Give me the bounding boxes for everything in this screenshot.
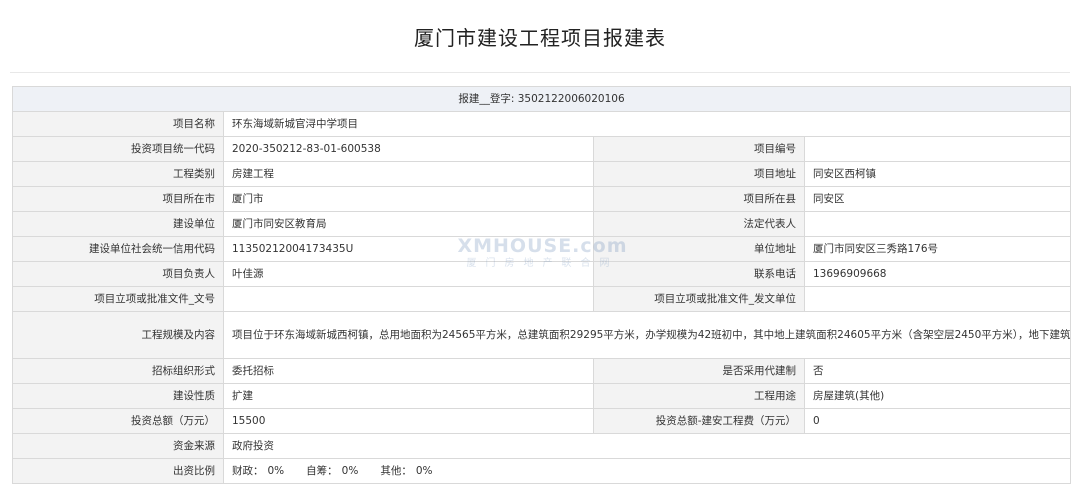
table-header-row: 报建__登字: 3502122006020106 xyxy=(11,86,1072,112)
field-label: 单位地址 xyxy=(593,236,805,262)
finance-value: 0% xyxy=(267,465,285,477)
field-value xyxy=(223,286,594,312)
field-value xyxy=(803,136,1072,162)
other-funding-value: 0% xyxy=(415,465,433,477)
self-funded-value: 0% xyxy=(341,465,359,477)
field-label: 联系电话 xyxy=(593,261,805,287)
table-row: 项目负责人 叶佳源 联系电话 13696909668 xyxy=(12,261,1072,287)
field-value: 13696909668 xyxy=(803,261,1072,287)
field-value: 厦门市同安区教育局 xyxy=(223,211,594,237)
field-value: 厦门市 xyxy=(223,186,594,212)
table-row: 项目所在市 厦门市 项目所在县 同安区 xyxy=(12,186,1072,212)
title-divider xyxy=(10,72,1070,73)
field-label: 投资总额（万元） xyxy=(12,408,224,434)
table-row: 投资项目统一代码 2020-350212-83-01-600538 项目编号 xyxy=(12,136,1072,162)
field-label: 法定代表人 xyxy=(593,211,805,237)
field-value: 2020-350212-83-01-600538 xyxy=(223,136,594,162)
field-label: 建设单位 xyxy=(12,211,224,237)
table-row: 投资总额（万元） 15500 投资总额-建安工程费（万元） 0 xyxy=(12,408,1072,434)
project-name-value: 环东海域新城官浔中学项目 xyxy=(222,111,1072,137)
field-label: 建设单位社会统一信用代码 xyxy=(12,236,224,262)
field-label: 招标组织形式 xyxy=(12,358,224,384)
scale-label: 工程规模及内容 xyxy=(12,311,224,359)
table-row: 资金来源 政府投资 xyxy=(12,433,1072,459)
field-label: 项目所在县 xyxy=(593,186,805,212)
field-label: 项目立项或批准文件_发文单位 xyxy=(593,286,805,312)
field-value: 15500 xyxy=(223,408,594,434)
fund-source-value: 政府投资 xyxy=(222,433,1072,459)
self-funded-label: 自筹： xyxy=(306,465,338,477)
registration-number: 报建__登字: 3502122006020106 xyxy=(11,86,1072,112)
fund-ratio-value: 财政： 0% 自筹： 0% 其他： 0% xyxy=(222,458,1072,484)
table-row: 出资比例 财政： 0% 自筹： 0% 其他： 0% xyxy=(12,458,1072,484)
table-row: 建设单位 厦门市同安区教育局 法定代表人 xyxy=(12,211,1072,237)
project-registration-table: 报建__登字: 3502122006020106 项目名称 环东海域新城官浔中学… xyxy=(11,86,1072,484)
field-value: 同安区西柯镇 xyxy=(803,161,1072,187)
table-row: 项目名称 环东海域新城官浔中学项目 xyxy=(12,111,1072,137)
table-row: 项目立项或批准文件_文号 项目立项或批准文件_发文单位 xyxy=(12,286,1072,312)
scale-value: 项目位于环东海域新城西柯镇，总用地面积为24565平方米，总建筑面积29295平… xyxy=(222,311,1072,359)
field-value xyxy=(803,286,1072,312)
field-label: 是否采用代建制 xyxy=(593,358,805,384)
table-row: 工程类别 房建工程 项目地址 同安区西柯镇 xyxy=(12,161,1072,187)
field-value: 厦门市同安区三秀路176号 xyxy=(803,236,1072,262)
field-label: 工程类别 xyxy=(12,161,224,187)
fund-source-label: 资金来源 xyxy=(12,433,224,459)
project-name-label: 项目名称 xyxy=(12,111,224,137)
field-label: 项目地址 xyxy=(593,161,805,187)
table-row: 建设单位社会统一信用代码 11350212004173435U 单位地址 厦门市… xyxy=(12,236,1072,262)
field-value: 11350212004173435U xyxy=(223,236,594,262)
table-row: 建设性质 扩建 工程用途 房屋建筑(其他) xyxy=(12,383,1072,409)
field-label: 投资总额-建安工程费（万元） xyxy=(593,408,805,434)
field-value: 0 xyxy=(803,408,1072,434)
field-value: 房屋建筑(其他) xyxy=(803,383,1072,409)
field-value: 委托招标 xyxy=(223,358,594,384)
field-label: 项目负责人 xyxy=(12,261,224,287)
field-label: 建设性质 xyxy=(12,383,224,409)
field-label: 项目立项或批准文件_文号 xyxy=(12,286,224,312)
other-funding-label: 其他： xyxy=(380,465,412,477)
field-value: 同安区 xyxy=(803,186,1072,212)
table-row: 工程规模及内容 项目位于环东海域新城西柯镇，总用地面积为24565平方米，总建筑… xyxy=(12,311,1072,359)
field-label: 投资项目统一代码 xyxy=(12,136,224,162)
field-label: 项目编号 xyxy=(593,136,805,162)
field-value: 叶佳源 xyxy=(223,261,594,287)
page-title: 厦门市建设工程项目报建表 xyxy=(414,25,666,50)
field-value xyxy=(803,211,1072,237)
field-value: 扩建 xyxy=(223,383,594,409)
field-value: 否 xyxy=(803,358,1072,384)
finance-label: 财政： xyxy=(232,465,264,477)
field-label: 项目所在市 xyxy=(12,186,224,212)
table-row: 招标组织形式 委托招标 是否采用代建制 否 xyxy=(12,358,1072,384)
field-value: 房建工程 xyxy=(223,161,594,187)
field-label: 工程用途 xyxy=(593,383,805,409)
fund-ratio-label: 出资比例 xyxy=(12,458,224,484)
